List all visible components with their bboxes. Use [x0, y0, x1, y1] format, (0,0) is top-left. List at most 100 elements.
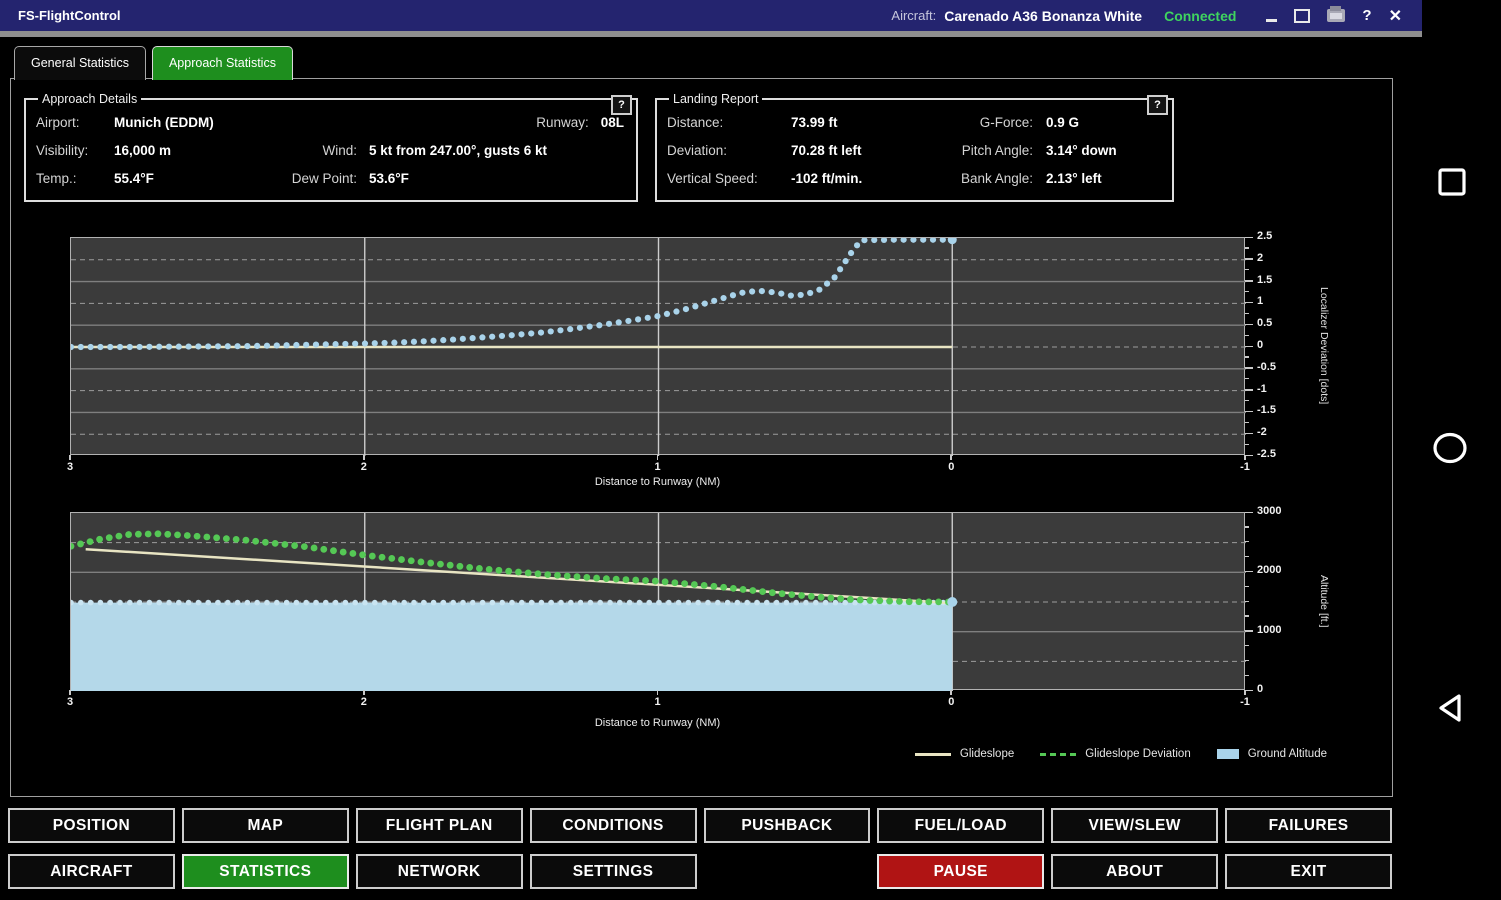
conditions-button[interactable]: CONDITIONS — [529, 808, 697, 843]
tab-general-statistics[interactable]: General Statistics — [14, 46, 146, 80]
x-axis-tick-label: 2 — [360, 461, 367, 473]
position-button[interactable]: POSITION — [8, 808, 175, 843]
distance-label: Distance: — [667, 114, 724, 130]
wind-label: Wind: — [322, 142, 357, 158]
titlebar-divider — [0, 31, 1422, 37]
exit-button[interactable]: EXIT — [1225, 854, 1392, 889]
y-axis-tick — [1245, 689, 1253, 692]
approach-row-visibility: Visibility: 16,000 m Wind: 5 kt from 247… — [36, 136, 626, 164]
close-icon[interactable]: ✕ — [1389, 6, 1402, 26]
deviation-label: Deviation: — [667, 142, 728, 158]
deviation-value: 70.28 ft left — [791, 142, 862, 158]
runway-value: 08L — [600, 114, 624, 130]
bank-angle-value: 2.13° left — [1046, 170, 1102, 186]
glideslope-deviation-swatch — [1040, 752, 1077, 756]
landing-row-distance: Distance: 73.99 ft G-Force: 0.9 G — [667, 108, 1162, 136]
x-axis-tick-label: 2 — [360, 696, 367, 708]
legend-label: Ground Altitude — [1247, 748, 1327, 760]
approach-details-help-button[interactable]: ? — [611, 95, 632, 115]
nav-button-row-1: POSITION MAP FLIGHT PLAN CONDITIONS PUSH… — [8, 808, 1392, 843]
x-axis-tick — [1244, 690, 1246, 695]
statistics-button[interactable]: STATISTICS — [181, 854, 349, 889]
x-axis-tick-label: 1 — [654, 461, 661, 473]
x-axis-tick-label: 3 — [66, 696, 74, 708]
y-axis-minor-tick — [1245, 443, 1249, 445]
y-axis-tick — [1245, 367, 1253, 369]
fuel-load-button[interactable]: FUEL/LOAD — [877, 808, 1045, 843]
y-axis-minor-tick — [1245, 645, 1249, 647]
minimize-icon[interactable] — [1266, 18, 1278, 22]
vertical-speed-value: -102 ft/min. — [791, 170, 863, 186]
y-axis-tick-label: 1 — [1257, 295, 1264, 308]
localizer-y-axis-title: Localizer Deviation [dots] — [1318, 287, 1330, 405]
aircraft-button[interactable]: AIRCRAFT — [8, 854, 175, 889]
y-axis-minor-tick — [1245, 269, 1249, 271]
android-home-icon[interactable] — [1431, 431, 1469, 465]
landing-report-help-button[interactable]: ? — [1147, 95, 1168, 115]
dew-point-label: Dew Point: — [291, 170, 357, 186]
about-button[interactable]: ABOUT — [1051, 854, 1219, 889]
y-axis-minor-tick — [1245, 556, 1249, 558]
y-axis-tick — [1245, 630, 1253, 632]
vertical-speed-label: Vertical Speed: — [667, 170, 758, 186]
pitch-angle-label: Pitch Angle: — [961, 142, 1033, 158]
nav-button-row-2: AIRCRAFT STATISTICS NETWORK SETTINGS PAU… — [8, 854, 1392, 889]
network-button[interactable]: NETWORK — [355, 854, 523, 889]
maximize-icon[interactable] — [1294, 8, 1311, 23]
y-axis-tick — [1245, 454, 1253, 457]
x-axis-tick-label: -1 — [1240, 696, 1250, 708]
dew-point-value: 53.6°F — [369, 170, 409, 186]
pushback-button[interactable]: PUSHBACK — [703, 808, 871, 843]
x-axis-tick — [656, 455, 659, 460]
y-axis-minor-tick — [1245, 247, 1249, 249]
y-axis-minor-tick — [1245, 541, 1249, 543]
failures-button[interactable]: FAILURES — [1225, 808, 1392, 843]
view-slew-button[interactable]: VIEW/SLEW — [1051, 808, 1219, 843]
android-back-icon[interactable] — [1436, 692, 1466, 724]
legend-item-glideslope-deviation: Glideslope Deviation — [1040, 748, 1191, 760]
landing-row-vspeed: Vertical Speed: -102 ft/min. Bank Angle:… — [667, 164, 1162, 192]
y-axis-tick-label: 2 — [1257, 251, 1264, 264]
fs-flightcontrol-window: FS-FlightControl Aircraft: Carenado A36 … — [0, 0, 1501, 900]
y-axis-minor-tick — [1245, 600, 1249, 602]
settings-button[interactable]: SETTINGS — [529, 854, 697, 889]
android-recents-icon[interactable] — [1436, 166, 1468, 198]
chart-canvas — [67, 513, 1246, 691]
x-axis-tick-label: 1 — [654, 696, 661, 708]
pitch-angle-value: 3.14° down — [1046, 142, 1117, 158]
x-axis-tick — [362, 455, 365, 460]
y-axis-tick — [1245, 432, 1253, 435]
landing-report-panel: Landing Report ? Distance: 73.99 ft G-Fo… — [655, 92, 1174, 202]
y-axis-tick — [1245, 410, 1253, 413]
flight-plan-button[interactable]: FLIGHT PLAN — [355, 808, 523, 843]
y-axis-tick — [1245, 323, 1253, 326]
print-icon[interactable] — [1327, 6, 1346, 22]
y-axis-tick-label: -1 — [1257, 382, 1267, 395]
x-axis-tick — [950, 455, 953, 460]
y-axis-tick-label: 2000 — [1257, 564, 1282, 577]
legend-item-ground-altitude: Ground Altitude — [1216, 748, 1327, 760]
y-axis-tick — [1245, 236, 1253, 239]
y-axis-tick — [1245, 570, 1253, 573]
tab-approach-statistics[interactable]: Approach Statistics — [151, 46, 293, 80]
y-axis-tick-label: -2.5 — [1257, 448, 1276, 460]
y-axis-minor-tick — [1245, 421, 1249, 423]
landing-row-deviation: Deviation: 70.28 ft left Pitch Angle: 3.… — [667, 136, 1162, 164]
y-axis-tick — [1245, 389, 1253, 391]
y-axis-tick-label: -2 — [1257, 426, 1267, 439]
x-axis-tick — [1244, 455, 1246, 460]
airport-label: Airport: — [36, 114, 80, 130]
y-axis-tick-label: 2.5 — [1257, 230, 1273, 242]
pause-button[interactable]: PAUSE — [877, 854, 1045, 889]
y-axis-minor-tick — [1245, 400, 1249, 402]
y-axis-minor-tick — [1245, 585, 1249, 587]
y-axis-tick — [1245, 511, 1253, 514]
legend-label: Glideslope Deviation — [1085, 748, 1191, 760]
aircraft-name: Carenado A36 Bonanza White — [944, 7, 1143, 24]
glideslope-line-swatch — [914, 752, 951, 756]
map-button[interactable]: MAP — [181, 808, 349, 843]
gforce-value: 0.9 G — [1046, 114, 1080, 130]
approach-details-panel: Approach Details ? Airport: Munich (EDDM… — [24, 92, 638, 202]
airport-value: Munich (EDDM) — [114, 114, 214, 130]
help-icon[interactable]: ? — [1362, 7, 1371, 24]
